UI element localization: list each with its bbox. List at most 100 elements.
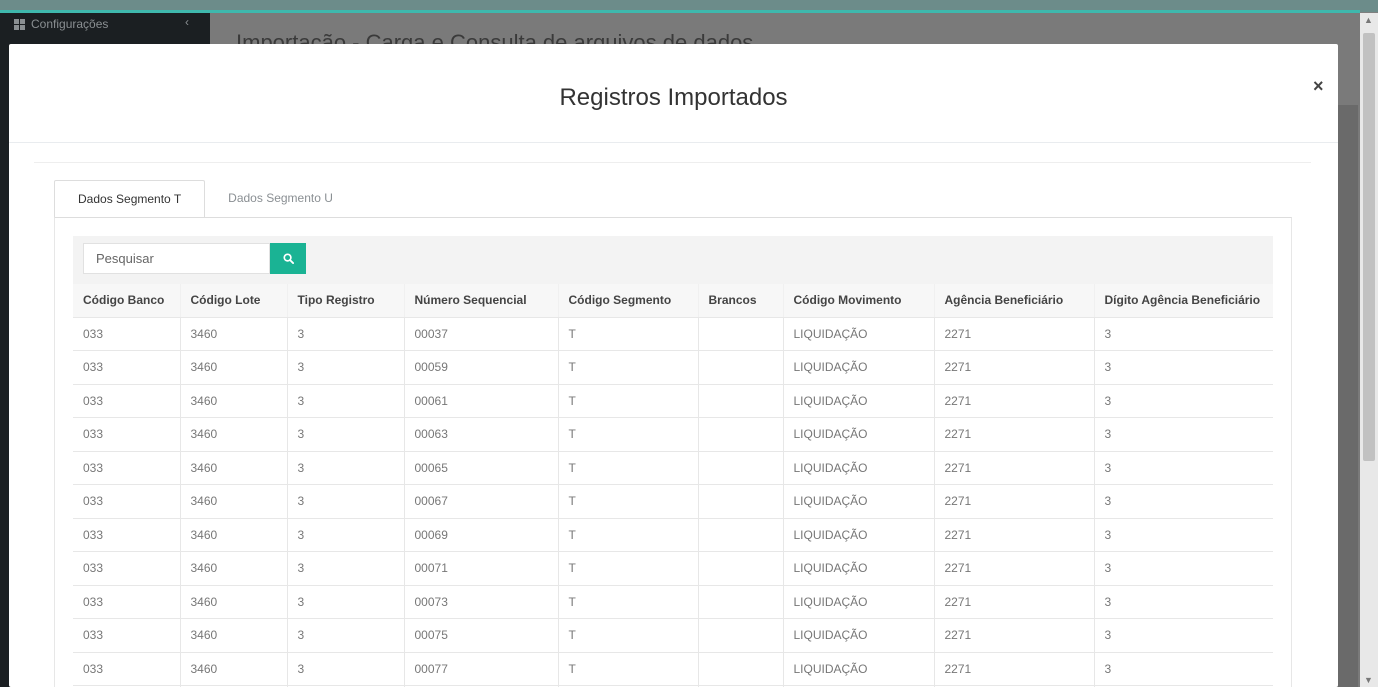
column-header[interactable]: Código Lote (180, 284, 288, 318)
table-cell: 3 (1094, 551, 1273, 585)
column-header[interactable]: Brancos (698, 284, 784, 318)
table-row[interactable]: 033 3460 3 00075 T LIQUIDAÇÃO 2271 3 (73, 618, 1273, 652)
table-cell: LIQUIDAÇÃO (783, 417, 935, 451)
table-cell: 3 (1094, 584, 1273, 619)
close-icon[interactable]: × (1313, 76, 1324, 97)
table-row[interactable]: 033 3460 3 00059 T LIQUIDAÇÃO 2271 3 (73, 350, 1273, 384)
table-row[interactable]: 033 3460 3 00071 T LIQUIDAÇÃO 2271 3 (73, 551, 1273, 585)
table-cell: 2271 (934, 618, 1095, 652)
table-cell: 3460 (180, 350, 288, 384)
table-cell (698, 484, 784, 518)
table-row[interactable]: 033 3460 3 00073 T LIQUIDAÇÃO 2271 3 (73, 584, 1273, 619)
table-cell: T (558, 450, 699, 485)
table-cell: 3460 (180, 484, 288, 518)
table-cell: 00059 (404, 350, 559, 384)
search-input[interactable] (83, 243, 270, 274)
table-row[interactable]: 033 3460 3 00065 T LIQUIDAÇÃO 2271 3 (73, 450, 1273, 485)
table-cell: 3460 (180, 417, 288, 451)
background-strip (1338, 105, 1358, 687)
table-cell: 00037 (404, 316, 559, 351)
table-cell: 3 (1094, 651, 1273, 686)
scroll-down-arrow-icon[interactable]: ▼ (1364, 675, 1373, 685)
table-cell: 3460 (180, 618, 288, 652)
modal-title: Registros Importados (559, 84, 788, 111)
table-cell: 00073 (404, 584, 559, 619)
table-cell: LIQUIDAÇÃO (783, 450, 935, 485)
tab-dados-segmento-u[interactable]: Dados Segmento U (205, 180, 356, 218)
table-row[interactable]: 033 3460 3 00077 T LIQUIDAÇÃO 2271 3 (73, 651, 1273, 686)
table-row[interactable]: 033 3460 3 00037 T LIQUIDAÇÃO 2271 3 (73, 316, 1273, 351)
table-cell: 2271 (934, 316, 1095, 351)
column-header[interactable]: Dígito Agência Beneficiário (1094, 284, 1273, 318)
table-cell: 00063 (404, 417, 559, 451)
records-table: Código Banco Código Lote Tipo Registro Núme… (73, 284, 1273, 687)
table-cell (698, 651, 784, 686)
table-cell: LIQUIDAÇÃO (783, 350, 935, 384)
table-cell: 2271 (934, 551, 1095, 585)
column-header[interactable]: Agência Beneficiário (934, 284, 1095, 318)
table-row[interactable]: 033 3460 3 00067 T LIQUIDAÇÃO 2271 3 (73, 484, 1273, 518)
table-cell: 3 (1094, 417, 1273, 451)
table-cell: 3 (287, 417, 405, 451)
table-cell: 3460 (180, 450, 288, 485)
records-table-container: Código BancoCódigo LoteTipo RegistroNúme… (73, 236, 1273, 687)
table-cell: T (558, 517, 699, 552)
table-cell (698, 450, 784, 485)
column-header[interactable]: Número Sequencial (404, 284, 559, 318)
tab-bar: Dados Segmento T Dados Segmento U (54, 180, 356, 218)
table-cell: 00071 (404, 551, 559, 585)
tab-dados-segmento-t[interactable]: Dados Segmento T (54, 180, 206, 218)
table-cell: 033 (73, 517, 181, 552)
table-cell: 2271 (934, 517, 1095, 552)
table-cell: 3 (287, 484, 405, 518)
table-row[interactable]: 033 3460 3 00069 T LIQUIDAÇÃO 2271 3 (73, 517, 1273, 552)
table-cell (698, 316, 784, 351)
column-header[interactable]: Código Banco (73, 284, 181, 318)
table-row[interactable]: 033 3460 3 00063 T LIQUIDAÇÃO 2271 3 (73, 417, 1273, 451)
table-cell: 3460 (180, 517, 288, 552)
table-cell (698, 584, 784, 619)
table-cell: 00061 (404, 383, 559, 418)
table-cell: LIQUIDAÇÃO (783, 551, 935, 585)
table-cell: 00077 (404, 651, 559, 686)
scrollbar-thumb[interactable] (1363, 33, 1375, 461)
table-cell: 2271 (934, 450, 1095, 485)
table-cell: 033 (73, 484, 181, 518)
page-scrollbar[interactable]: ▲ ▼ (1360, 13, 1378, 687)
table-cell: LIQUIDAÇÃO (783, 651, 935, 686)
column-header[interactable]: Código Segmento (558, 284, 699, 318)
table-cell: 2271 (934, 584, 1095, 619)
table-cell: LIQUIDAÇÃO (783, 517, 935, 552)
table-cell: 2271 (934, 350, 1095, 384)
table-cell: 033 (73, 316, 181, 351)
table-cell: 3460 (180, 383, 288, 418)
table-cell: T (558, 350, 699, 384)
table-cell: 3460 (180, 584, 288, 619)
table-cell (698, 618, 784, 652)
table-cell: 3460 (180, 651, 288, 686)
table-cell: 3460 (180, 316, 288, 351)
table-cell: 033 (73, 551, 181, 585)
table-cell: 3 (1094, 517, 1273, 552)
table-row[interactable]: 033 3460 3 00061 T LIQUIDAÇÃO 2271 3 (73, 383, 1273, 418)
column-header[interactable]: Tipo Registro (287, 284, 405, 318)
table-cell (698, 383, 784, 418)
table-cell: T (558, 484, 699, 518)
table-cell: LIQUIDAÇÃO (783, 383, 935, 418)
table-cell: T (558, 551, 699, 585)
table-cell: 033 (73, 450, 181, 485)
table-cell: 00069 (404, 517, 559, 552)
table-cell: 00067 (404, 484, 559, 518)
scroll-up-arrow-icon[interactable]: ▲ (1364, 15, 1373, 25)
column-header[interactable]: Código Movimento (783, 284, 935, 318)
search-button[interactable] (270, 243, 306, 274)
table-cell: LIQUIDAÇÃO (783, 584, 935, 619)
table-cell: T (558, 316, 699, 351)
table-cell: 2271 (934, 651, 1095, 686)
table-cell: 3 (287, 584, 405, 619)
table-cell: 3460 (180, 551, 288, 585)
tab-content: Código BancoCódigo LoteTipo RegistroNúme… (54, 217, 1292, 687)
table-cell: 2271 (934, 484, 1095, 518)
table-cell (698, 517, 784, 552)
table-cell: 033 (73, 383, 181, 418)
